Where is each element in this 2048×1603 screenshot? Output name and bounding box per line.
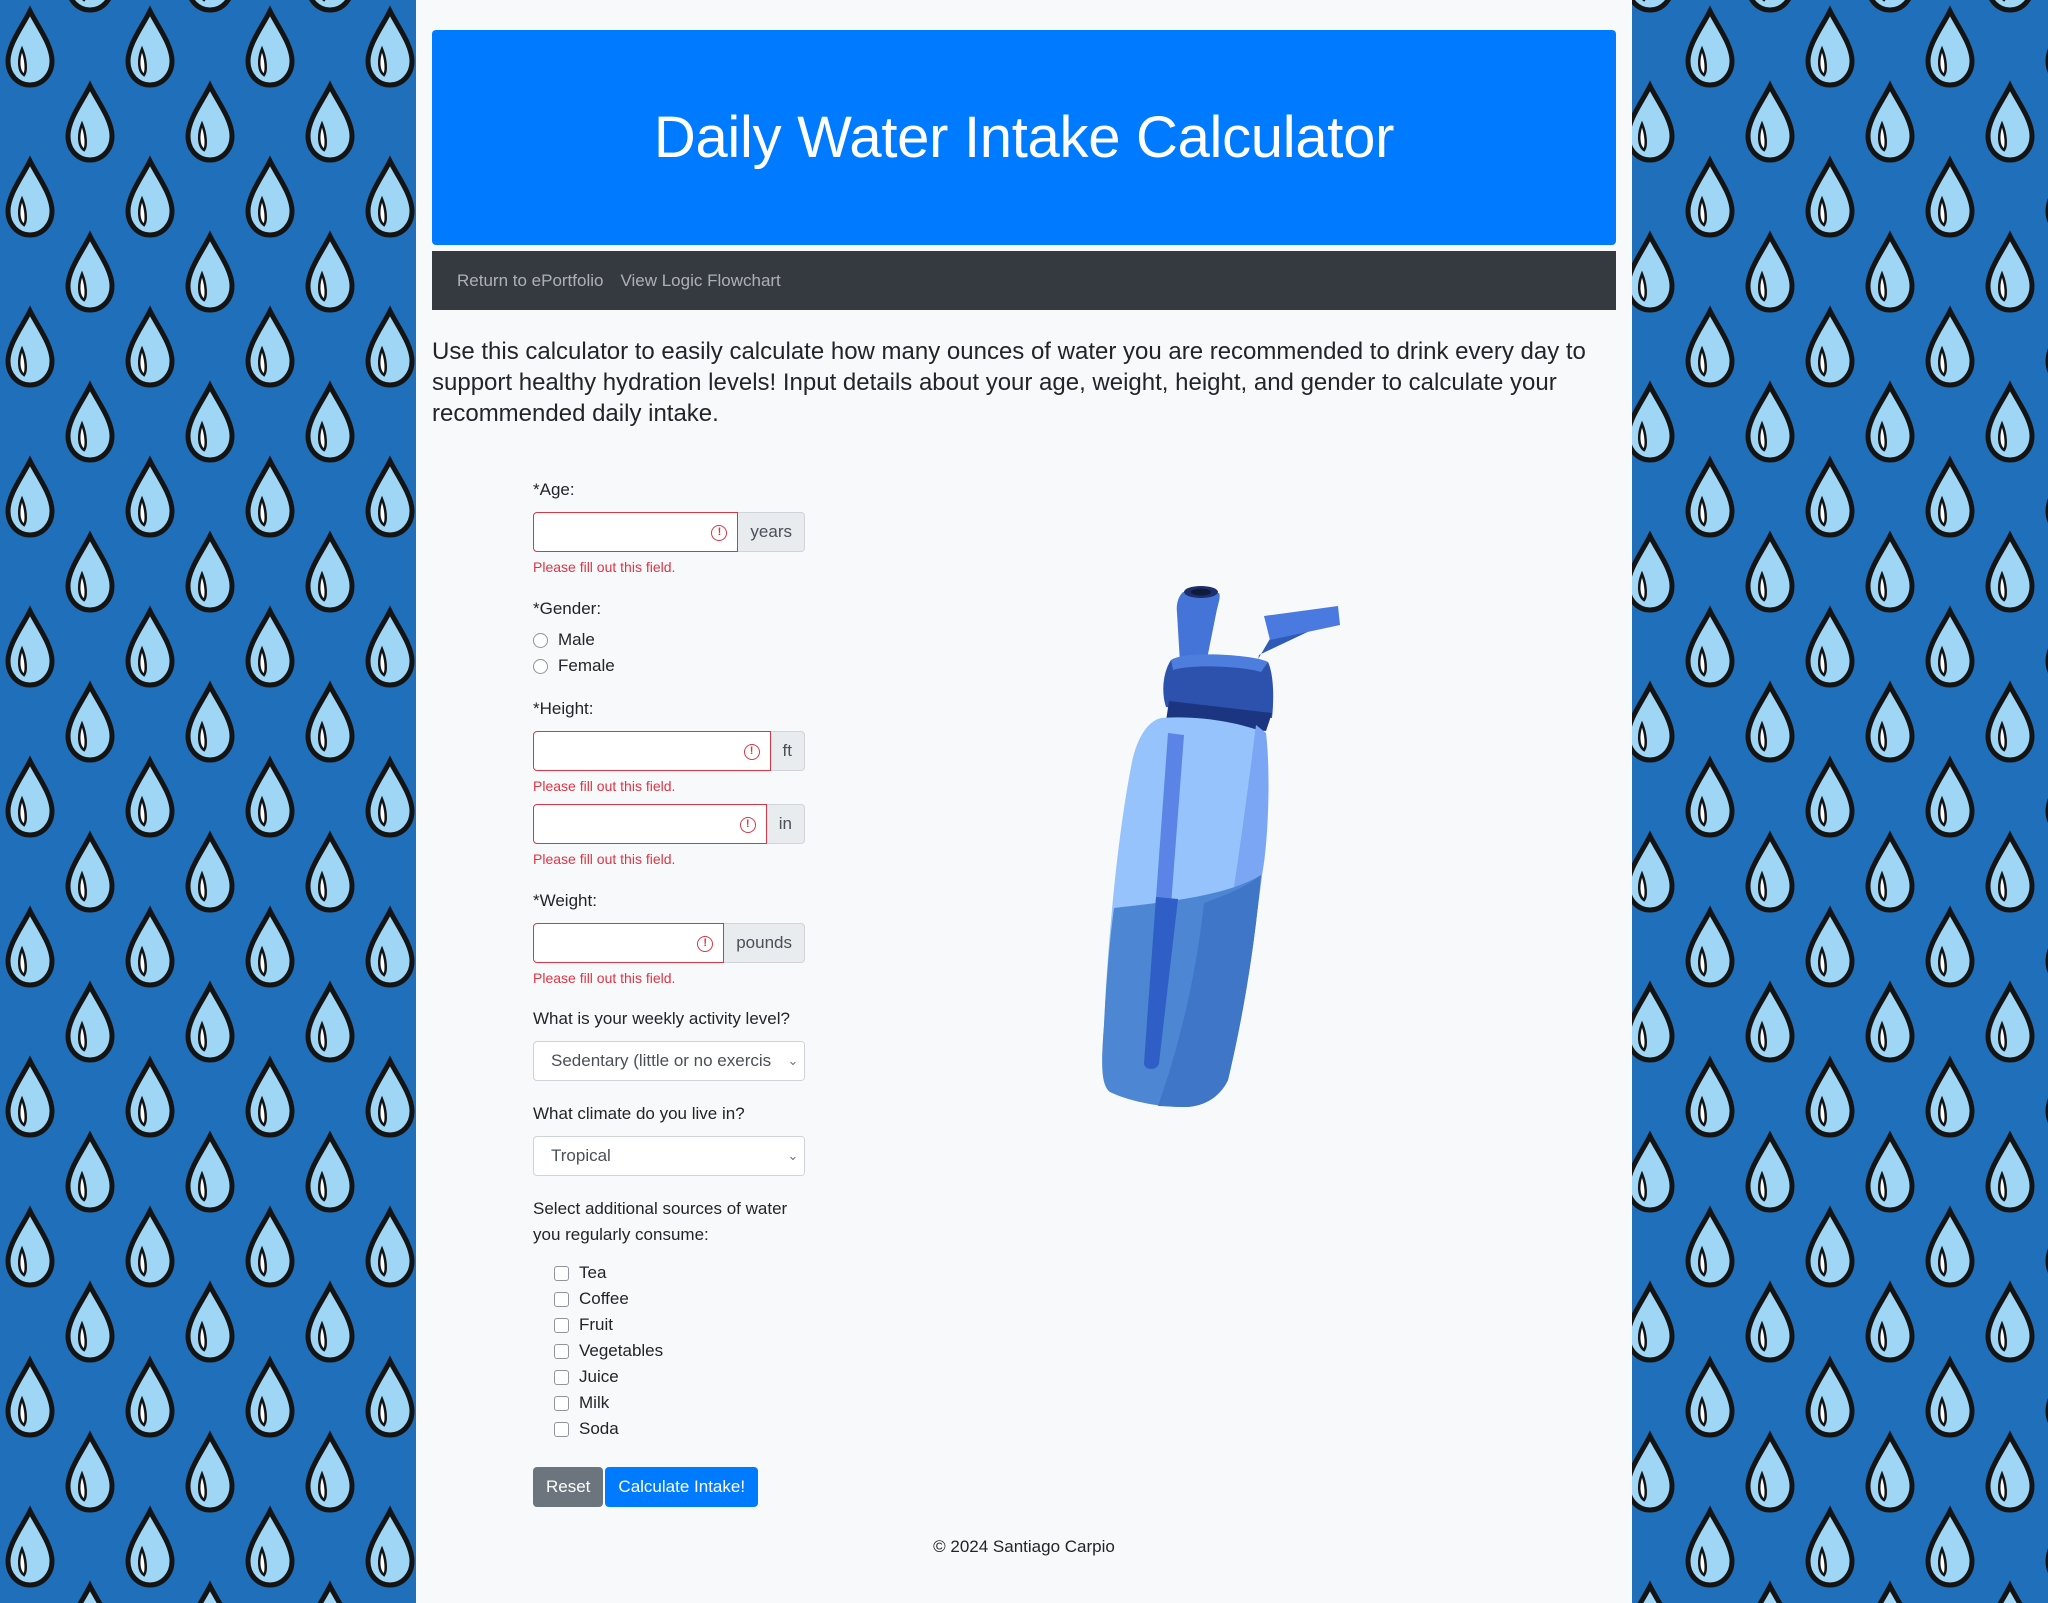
- height-feet-input-group: ! ft: [533, 731, 805, 771]
- checkbox-fruit[interactable]: [554, 1317, 569, 1333]
- header-banner: Daily Water Intake Calculator: [432, 30, 1616, 245]
- page-title: Daily Water Intake Calculator: [653, 105, 1395, 170]
- source-option-soda[interactable]: Soda: [554, 1416, 805, 1442]
- nav-link-eportfolio[interactable]: Return to ePortfolio: [457, 271, 603, 291]
- source-option-tea[interactable]: Tea: [554, 1260, 805, 1286]
- activity-selected-value: Sedentary (little or no exercis: [551, 1051, 772, 1070]
- water-intake-form: *Age: ! years Please fill out this field…: [533, 480, 805, 1507]
- height-inches-input-group: ! in: [533, 804, 805, 844]
- chevron-down-icon: ⌄: [782, 1137, 804, 1175]
- checkbox-vegetables[interactable]: [554, 1343, 569, 1359]
- activity-select[interactable]: Sedentary (little or no exercis ⌄: [533, 1041, 805, 1081]
- intro-text: Use this calculator to easily calculate …: [432, 338, 1586, 427]
- gender-option-male[interactable]: Male: [533, 627, 805, 653]
- error-icon: !: [697, 936, 714, 952]
- error-icon: !: [743, 744, 760, 760]
- sources-label: Select additional sources of water you r…: [533, 1199, 788, 1244]
- reset-button[interactable]: Reset: [533, 1467, 604, 1507]
- checkbox-label-coffee: Coffee: [579, 1289, 629, 1308]
- checkbox-label-fruit: Fruit: [579, 1315, 613, 1334]
- source-option-vegetables[interactable]: Vegetables: [554, 1338, 805, 1364]
- chevron-down-icon: ⌄: [782, 1042, 804, 1080]
- top-navbar: Return to ePortfolio View Logic Flowchar…: [432, 251, 1616, 310]
- nav-link-logic-flowchart[interactable]: View Logic Flowchart: [620, 271, 780, 291]
- weight-label: *Weight:: [533, 891, 597, 910]
- weight-input-group: ! pounds: [533, 923, 805, 963]
- source-option-fruit[interactable]: Fruit: [554, 1312, 805, 1338]
- calculate-intake-button[interactable]: Calculate Intake!: [605, 1467, 759, 1507]
- checkbox-soda[interactable]: [554, 1421, 569, 1437]
- source-option-coffee[interactable]: Coffee: [554, 1286, 805, 1312]
- height-feet-error-message: Please fill out this field.: [533, 778, 676, 794]
- height-inches-input[interactable]: !: [533, 804, 767, 844]
- age-input[interactable]: !: [533, 512, 739, 552]
- main-content-panel: Daily Water Intake Calculator Return to …: [416, 0, 1632, 1603]
- checkbox-label-soda: Soda: [579, 1419, 619, 1438]
- checkbox-label-vegetables: Vegetables: [579, 1341, 664, 1360]
- checkbox-coffee[interactable]: [554, 1291, 569, 1307]
- gender-label: *Gender:: [533, 599, 602, 618]
- radio-female[interactable]: [533, 658, 548, 674]
- water-bottle-illustration: [1102, 586, 1340, 1107]
- height-feet-input[interactable]: !: [533, 731, 771, 771]
- height-feet-unit-addon: ft: [770, 731, 805, 771]
- age-input-group: ! years: [533, 512, 805, 552]
- weight-error-message: Please fill out this field.: [533, 970, 676, 986]
- climate-selected-value: Tropical: [551, 1146, 611, 1165]
- error-icon: !: [739, 817, 756, 833]
- height-label: *Height:: [533, 699, 594, 718]
- radio-label-male: Male: [558, 630, 595, 649]
- climate-label: What climate do you live in?: [533, 1104, 745, 1123]
- source-option-milk[interactable]: Milk: [554, 1390, 805, 1416]
- radio-male[interactable]: [533, 632, 548, 648]
- error-icon: !: [711, 525, 728, 541]
- gender-option-female[interactable]: Female: [533, 653, 805, 679]
- checkbox-label-tea: Tea: [579, 1263, 607, 1282]
- radio-label-female: Female: [558, 656, 615, 675]
- age-label: *Age:: [533, 480, 575, 499]
- footer-copyright: © 2024 Santiago Carpio: [933, 1537, 1115, 1556]
- checkbox-tea[interactable]: [554, 1265, 569, 1281]
- height-inches-unit-addon: in: [766, 804, 805, 844]
- form-actions: Reset Calculate Intake!: [533, 1467, 805, 1507]
- activity-label: What is your weekly activity level?: [533, 1009, 790, 1028]
- checkbox-label-juice: Juice: [579, 1367, 619, 1386]
- weight-input[interactable]: !: [533, 923, 725, 963]
- climate-select[interactable]: Tropical ⌄: [533, 1136, 805, 1176]
- weight-unit-addon: pounds: [724, 923, 805, 963]
- sources-checkbox-list: Tea Coffee Fruit Vegetables Juice Milk S…: [533, 1260, 805, 1442]
- height-inches-error-message: Please fill out this field.: [533, 851, 676, 867]
- checkbox-milk[interactable]: [554, 1395, 569, 1411]
- source-option-juice[interactable]: Juice: [554, 1364, 805, 1390]
- age-unit-addon: years: [738, 512, 805, 552]
- age-error-message: Please fill out this field.: [533, 559, 676, 575]
- checkbox-label-milk: Milk: [579, 1393, 610, 1412]
- checkbox-juice[interactable]: [554, 1369, 569, 1385]
